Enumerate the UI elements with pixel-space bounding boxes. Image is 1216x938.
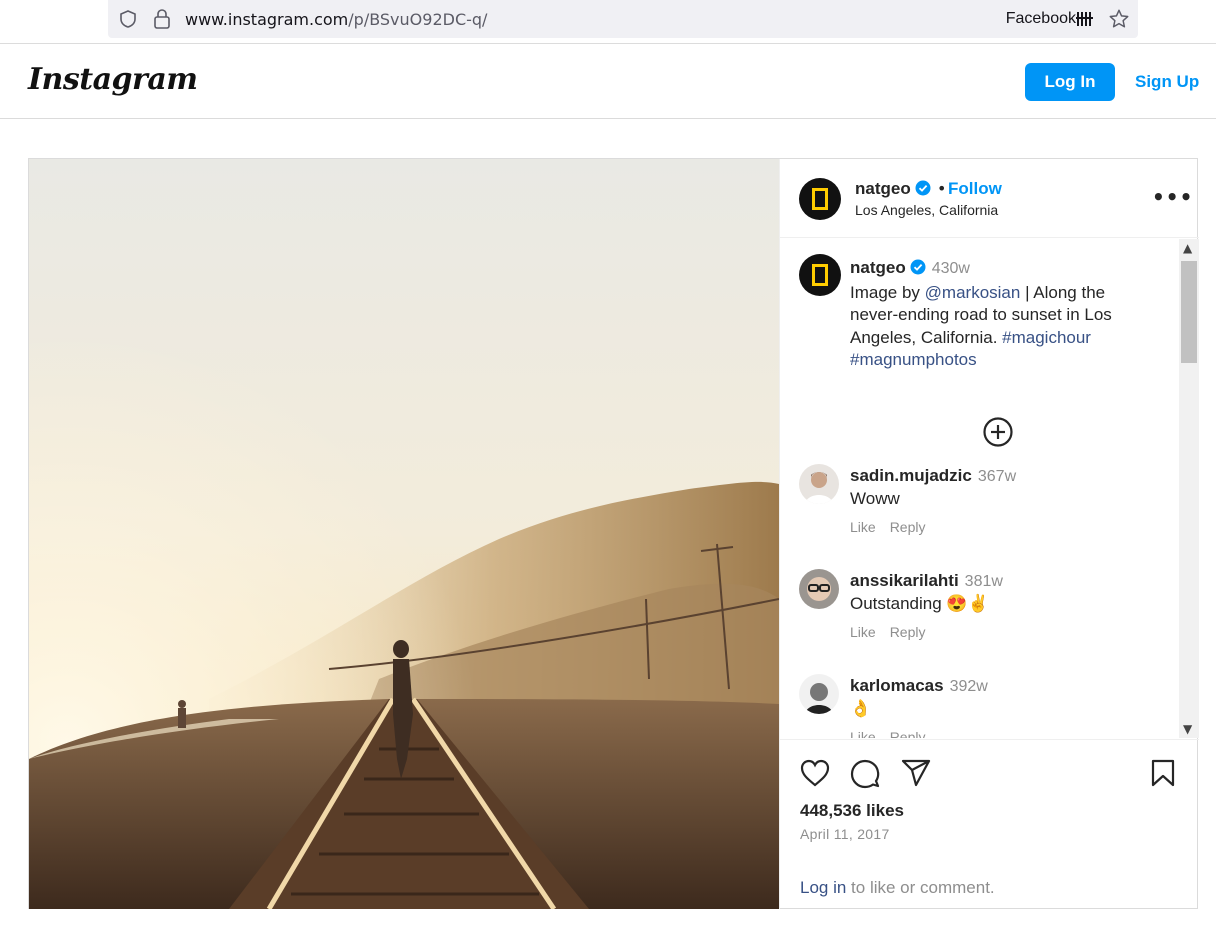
comment-username[interactable]: sadin.mujadzic [850, 466, 972, 485]
caption-time[interactable]: 430w [932, 260, 970, 277]
likes-count[interactable]: 448,536 likes [800, 801, 904, 821]
commenter-avatar[interactable] [799, 674, 839, 714]
comment-time[interactable]: 392w [950, 678, 988, 695]
post-date[interactable]: April 11, 2017 [800, 826, 890, 842]
comment-time[interactable]: 381w [965, 573, 1003, 590]
url-text[interactable]: www.instagram.com/p/BSvuO92DC-q/ [185, 10, 487, 29]
comment-actions: Like Reply [850, 519, 939, 535]
login-link[interactable]: Log in [800, 878, 846, 897]
separator-dot: • [937, 179, 947, 198]
follow-button[interactable]: Follow [948, 179, 1002, 199]
comment-text: Outstanding 😍✌ [850, 594, 989, 613]
login-button[interactable]: Log In [1025, 63, 1115, 101]
address-bar[interactable]: www.instagram.com/p/BSvuO92DC-q/ Faceboo… [108, 0, 1138, 38]
verified-badge-icon [915, 180, 931, 201]
comment-time[interactable]: 367w [978, 468, 1016, 485]
post-sidebar: natgeo • Follow Los Angeles, California … [779, 159, 1199, 909]
hashtag-magichour[interactable]: #magichour [1002, 328, 1091, 347]
like-comment-button[interactable]: Like [850, 519, 876, 535]
reply-button[interactable]: Reply [890, 729, 926, 738]
more-options-icon[interactable]: ••• [1152, 185, 1193, 209]
comments-scrollbar[interactable]: ▲ ▼ [1179, 239, 1199, 738]
login-prompt-text: to like or comment. [846, 878, 995, 897]
comment-item: anssikarilahti 381w Outstanding 😍✌ Like Re… [799, 569, 1179, 659]
comment-body: sadin.mujadzic 367w Woww [850, 465, 1016, 510]
url-host: www.instagram.com [185, 10, 349, 29]
post-header: natgeo • Follow Los Angeles, California … [780, 159, 1199, 238]
post-card: natgeo • Follow Los Angeles, California … [28, 158, 1199, 909]
reply-button[interactable]: Reply [890, 519, 926, 535]
comment-username[interactable]: anssikarilahti [850, 571, 959, 590]
scroll-up-icon[interactable]: ▲ [1183, 241, 1192, 255]
scroll-down-icon[interactable]: ▼ [1183, 722, 1192, 736]
like-comment-button[interactable]: Like [850, 624, 876, 640]
share-icon[interactable] [901, 759, 931, 791]
comment-text: 👌 [850, 699, 872, 718]
signup-link[interactable]: Sign Up [1135, 72, 1199, 92]
save-bookmark-icon[interactable] [1150, 759, 1176, 791]
verified-badge-icon [910, 259, 926, 282]
container-icon[interactable] [1076, 10, 1094, 32]
like-comment-button[interactable]: Like [850, 729, 876, 738]
comment-item: karlomacas 392w 👌 Like Reply [799, 674, 1179, 738]
commenter-avatar[interactable] [799, 464, 839, 504]
comment-icon[interactable] [850, 759, 880, 793]
post-actions-area: 448,536 likes April 11, 2017 Log in to l… [780, 739, 1199, 909]
caption-username[interactable]: natgeo [850, 258, 906, 277]
commenter-avatar[interactable] [799, 569, 839, 609]
post-username[interactable]: natgeo [855, 179, 931, 201]
reply-button[interactable]: Reply [890, 624, 926, 640]
browser-toolbar: www.instagram.com/p/BSvuO92DC-q/ Faceboo… [0, 0, 1216, 44]
post-username-text: natgeo [855, 179, 911, 198]
natgeo-avatar[interactable] [799, 178, 841, 220]
hashtag-magnumphotos[interactable]: #magnumphotos [850, 350, 977, 369]
shield-icon[interactable] [118, 9, 138, 33]
comment-actions: Like Reply [850, 624, 939, 640]
container-label[interactable]: Facebook [1006, 10, 1076, 28]
caption-mention[interactable]: @markosian [925, 283, 1021, 302]
comment-body: anssikarilahti 381w Outstanding 😍✌ [850, 570, 1003, 615]
post-location[interactable]: Los Angeles, California [855, 202, 998, 218]
comment-username[interactable]: karlomacas [850, 676, 944, 695]
post-photo[interactable] [29, 159, 779, 909]
load-more-comments-icon[interactable] [982, 416, 1014, 448]
bookmark-star-icon[interactable] [1108, 8, 1130, 34]
url-path: /p/BSvuO92DC-q/ [348, 10, 488, 29]
railway-sunset-image [29, 159, 779, 909]
login-prompt: Log in to like or comment. [800, 878, 995, 898]
comment-actions: Like Reply [850, 729, 939, 738]
comment-item: sadin.mujadzic 367w Woww Like Reply [799, 464, 1179, 554]
caption-avatar[interactable] [799, 254, 841, 296]
comment-body: karlomacas 392w 👌 [850, 675, 988, 720]
comments-panel[interactable]: natgeo 430w Image by @markosian | Along t… [780, 239, 1199, 738]
comment-text: Woww [850, 489, 900, 508]
instagram-logo[interactable]: Instagram [28, 62, 198, 97]
scrollbar-thumb[interactable] [1181, 261, 1197, 363]
site-header: Instagram Log In Sign Up [0, 44, 1216, 119]
caption-body: natgeo 430w Image by @markosian | Along t… [850, 257, 1140, 372]
lock-icon[interactable] [152, 8, 172, 34]
caption-text-1: Image by [850, 282, 925, 302]
heart-icon[interactable] [800, 759, 830, 791]
